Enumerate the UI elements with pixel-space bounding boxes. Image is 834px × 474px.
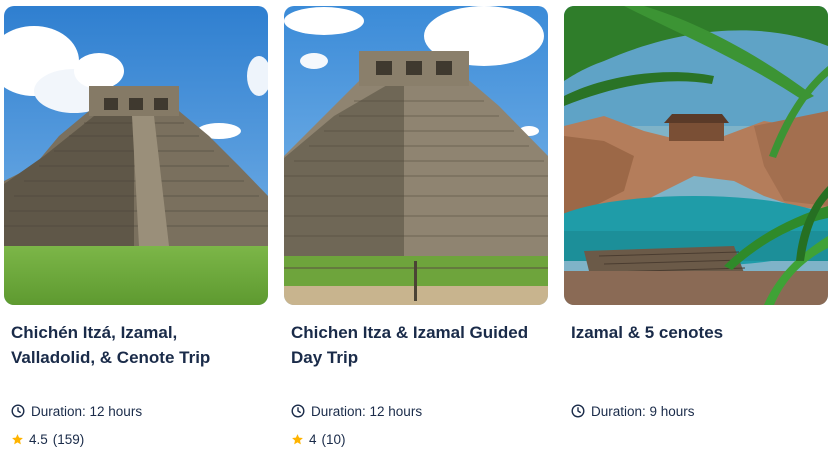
star-icon <box>291 433 304 446</box>
star-icon <box>11 433 24 446</box>
review-count: (159) <box>52 431 85 447</box>
rating-value: 4 <box>309 431 317 447</box>
clock-icon <box>11 404 25 418</box>
clock-icon <box>291 404 305 418</box>
activity-card[interactable]: Izamal & 5 cenotes Duration: 9 hours <box>564 0 828 474</box>
review-count: (10) <box>321 431 346 447</box>
activity-title[interactable]: Chichen Itza & Izamal Guided Day Trip <box>291 320 543 370</box>
duration-text: Duration: 12 hours <box>31 403 143 419</box>
activity-image-cenote[interactable] <box>564 6 828 305</box>
duration-text: Duration: 9 hours <box>591 403 695 419</box>
activity-duration: Duration: 12 hours <box>11 401 142 421</box>
activity-duration: Duration: 12 hours <box>291 401 422 421</box>
activity-rating: 4 (10) <box>291 429 346 449</box>
activity-card-list: Chichén Itzá, Izamal, Valladolid, & Ceno… <box>0 0 834 474</box>
activity-title[interactable]: Chichén Itzá, Izamal, Valladolid, & Ceno… <box>11 320 263 370</box>
rating-value: 4.5 <box>29 431 48 447</box>
activity-duration: Duration: 9 hours <box>571 401 695 421</box>
activity-image-pyramid[interactable] <box>4 6 268 305</box>
activity-image-pyramid-closeup[interactable] <box>284 6 548 305</box>
activity-card[interactable]: Chichen Itza & Izamal Guided Day Trip Du… <box>284 0 548 474</box>
duration-text: Duration: 12 hours <box>311 403 423 419</box>
clock-icon <box>571 404 585 418</box>
activity-rating: 4.5 (159) <box>11 429 84 449</box>
activity-card[interactable]: Chichén Itzá, Izamal, Valladolid, & Ceno… <box>4 0 268 474</box>
activity-title[interactable]: Izamal & 5 cenotes <box>571 320 823 345</box>
